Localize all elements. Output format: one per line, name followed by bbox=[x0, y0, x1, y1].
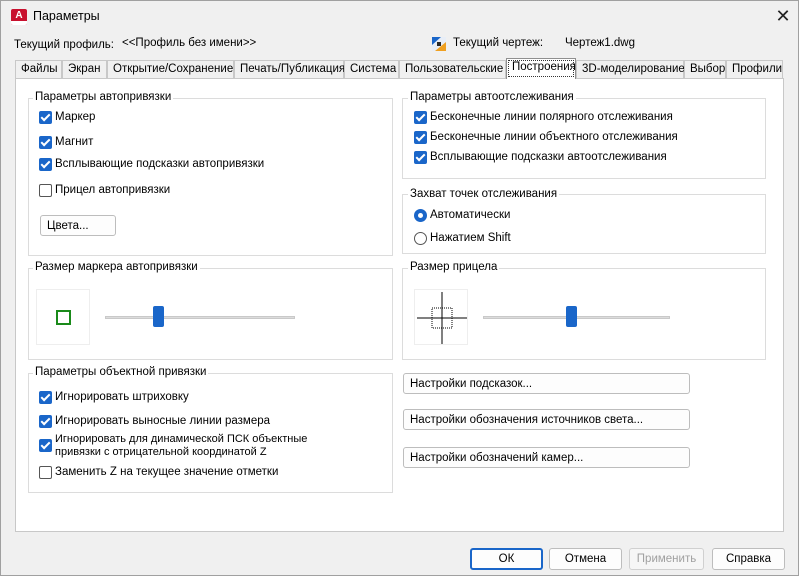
aperture-size-slider-thumb[interactable] bbox=[565, 306, 577, 327]
polar-tracking-vector-checkbox[interactable] bbox=[414, 111, 427, 124]
marker-preview bbox=[36, 289, 90, 345]
tab-files[interactable]: Файлы bbox=[15, 60, 62, 78]
magnet-checkbox[interactable] bbox=[39, 136, 52, 149]
autosnap-tooltip-checkbox[interactable] bbox=[39, 158, 52, 171]
point-acquisition-group bbox=[402, 194, 766, 254]
tab-drafting[interactable]: Построения bbox=[506, 58, 576, 79]
ignore-dimension-extension-checkbox[interactable] bbox=[39, 415, 52, 428]
autosnap-aperture-checkbox[interactable] bbox=[39, 184, 52, 197]
current-drawing-label: Текущий чертеж: bbox=[453, 37, 544, 49]
polar-tracking-vector-label: Бесконечные линии полярного отслеживания bbox=[430, 111, 673, 123]
tab-user-preferences[interactable]: Пользовательские bbox=[399, 60, 506, 78]
tab-system[interactable]: Система bbox=[344, 60, 399, 78]
autosnap-marker-size-title: Размер маркера автопривязки bbox=[33, 261, 200, 273]
ignore-dimension-extension-label: Игнорировать выносные линии размера bbox=[55, 415, 271, 427]
marker-label: Маркер bbox=[55, 111, 96, 123]
autotrack-tooltip-label: Всплывающие подсказки автоотслеживания bbox=[430, 151, 667, 163]
drawing-file-icon bbox=[432, 37, 446, 51]
cancel-button[interactable]: Отмена bbox=[549, 548, 622, 570]
point-acquisition-title: Захват точек отслеживания bbox=[408, 188, 560, 200]
replace-z-label: Заменить Z на текущее значение отметки bbox=[55, 466, 279, 478]
app-icon-letter: A bbox=[15, 10, 23, 21]
autotrack-settings-title: Параметры автоотслеживания bbox=[408, 91, 576, 103]
current-drawing-value: Чертеж1.dwg bbox=[565, 37, 635, 49]
tooltip-settings-button[interactable]: Настройки подсказок... bbox=[403, 373, 690, 394]
tab-plot-publish[interactable]: Печать/Публикация bbox=[234, 60, 345, 78]
aperture-crosshair-icon bbox=[417, 292, 467, 344]
options-dialog: A Параметры ✕ Текущий профиль: <<Профиль… bbox=[0, 0, 799, 576]
autotrack-tooltip-checkbox[interactable] bbox=[414, 151, 427, 164]
tab-profiles[interactable]: Профили bbox=[726, 60, 783, 78]
ok-button[interactable]: ОК bbox=[470, 548, 543, 570]
aperture-preview bbox=[414, 289, 468, 345]
object-tracking-vector-label: Бесконечные линии объектного отслеживани… bbox=[430, 131, 678, 143]
marker-size-slider-track[interactable] bbox=[105, 316, 295, 319]
tab-open-save[interactable]: Открытие/Сохранение bbox=[107, 60, 234, 78]
object-snap-options-title: Параметры объектной привязки bbox=[33, 366, 209, 378]
autocad-app-icon: A bbox=[11, 9, 27, 25]
lights-glyph-settings-button[interactable]: Настройки обозначения источников света..… bbox=[403, 409, 690, 430]
magnet-label: Магнит bbox=[55, 136, 94, 148]
close-icon[interactable]: ✕ bbox=[771, 5, 795, 29]
current-profile-value: <<Профиль без имени>> bbox=[122, 37, 257, 49]
automatic-label: Автоматически bbox=[430, 209, 511, 221]
apply-button[interactable]: Применить bbox=[629, 548, 704, 570]
window-title: Параметры bbox=[33, 9, 100, 23]
current-profile-label: Текущий профиль: bbox=[14, 39, 114, 51]
shift-to-acquire-radio[interactable] bbox=[414, 232, 427, 245]
replace-z-checkbox[interactable] bbox=[39, 466, 52, 479]
object-tracking-vector-checkbox[interactable] bbox=[414, 131, 427, 144]
ignore-negative-z-checkbox[interactable] bbox=[39, 439, 52, 452]
automatic-radio[interactable] bbox=[414, 209, 427, 222]
marker-checkbox[interactable] bbox=[39, 111, 52, 124]
ignore-hatch-checkbox[interactable] bbox=[39, 391, 52, 404]
autosnap-marker-square-icon bbox=[56, 310, 71, 325]
ignore-negative-z-label-line2: привязки с отрицательной координатой Z bbox=[55, 446, 267, 458]
tab-display[interactable]: Экран bbox=[62, 60, 107, 78]
shift-to-acquire-label: Нажатием Shift bbox=[430, 232, 511, 244]
aperture-size-title: Размер прицела bbox=[408, 261, 500, 273]
title-bar: A Параметры ✕ bbox=[1, 1, 798, 33]
autosnap-settings-title: Параметры автопривязки bbox=[33, 91, 174, 103]
autosnap-aperture-label: Прицел автопривязки bbox=[55, 184, 171, 196]
help-button[interactable]: Справка bbox=[712, 548, 785, 570]
autosnap-tooltip-label: Всплывающие подсказки автопривязки bbox=[55, 158, 265, 170]
tab-selection[interactable]: Выбор bbox=[684, 60, 726, 78]
tab-3d-modeling[interactable]: 3D-моделирование bbox=[576, 60, 685, 78]
cameras-glyph-settings-button[interactable]: Настройки обозначений камер... bbox=[403, 447, 690, 468]
drafting-tab-panel: Параметры автопривязки Маркер Магнит Всп… bbox=[15, 78, 784, 532]
marker-size-slider-thumb[interactable] bbox=[153, 306, 165, 327]
ignore-negative-z-label: Игнорировать для динамической ПСК объект… bbox=[55, 433, 308, 445]
colors-button[interactable]: Цвета... bbox=[40, 215, 116, 236]
ignore-hatch-label: Игнорировать штриховку bbox=[55, 391, 189, 403]
